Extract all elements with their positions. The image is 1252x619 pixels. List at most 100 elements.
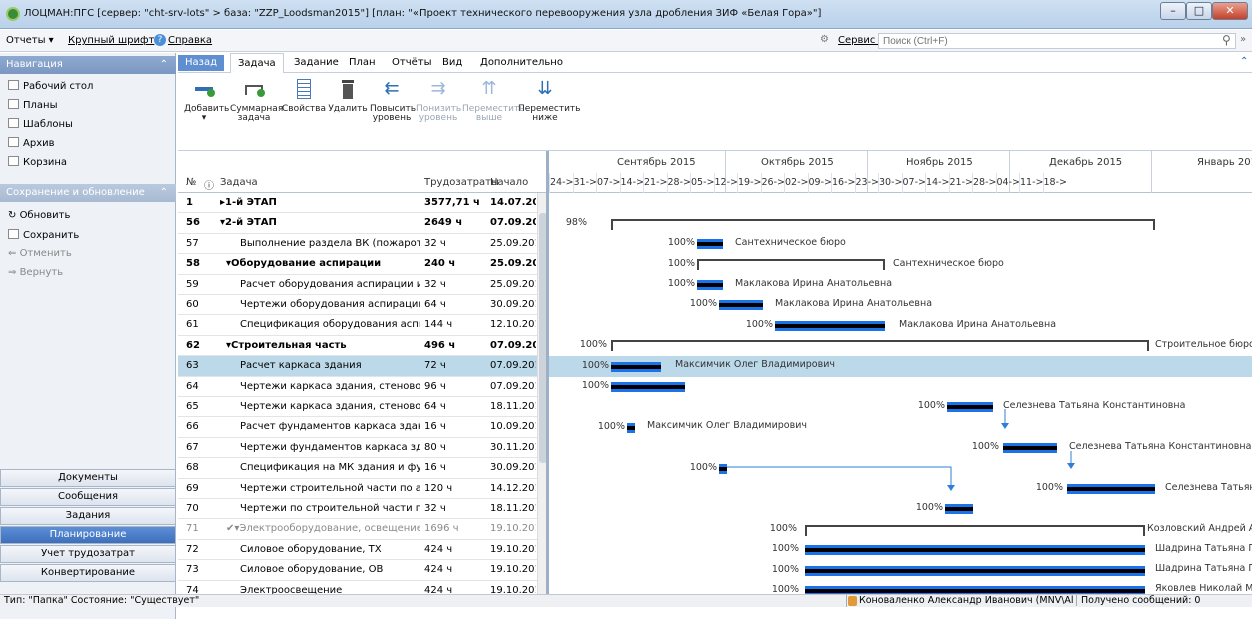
table-row[interactable]: 60 Чертежи оборудования аспирации 64 ч 30.0…: [178, 295, 538, 316]
add-task-button[interactable]: Добавить ▾: [184, 79, 229, 123]
tab-assignment[interactable]: Задание: [294, 57, 339, 68]
nav-item-plans[interactable]: Планы: [8, 99, 57, 111]
nav-header[interactable]: Навигация ⌃: [0, 56, 176, 74]
week-label: 07->: [902, 177, 926, 188]
menu-reports[interactable]: Отчеты ▾: [6, 35, 54, 46]
plans-icon: [8, 99, 19, 109]
table-row[interactable]: 72 Силовое оборудование, ТХ 424 ч 19.10.201: [178, 540, 538, 561]
properties-button[interactable]: Свойства: [282, 79, 326, 114]
table-row[interactable]: 64 Чертежи каркаса здания, стенового с 96 …: [178, 377, 538, 397]
nav-item-trash[interactable]: Корзина: [8, 156, 67, 168]
nav-item-undo[interactable]: ⇐ Отменить: [8, 248, 72, 259]
refresh-icon: ↻: [8, 210, 20, 221]
help-icon[interactable]: ?: [154, 34, 166, 46]
table-row[interactable]: 66 Расчет фундаментов каркаса здания 16 ч 1…: [178, 417, 538, 438]
ribbon-collapse-icon[interactable]: ⌃: [1240, 56, 1248, 67]
menu-large-font[interactable]: Крупный шрифт: [68, 35, 154, 46]
nav-messages-button[interactable]: Сообщения: [0, 488, 176, 506]
back-button[interactable]: Назад: [178, 55, 224, 71]
cell-name: Расчет фундаментов каркаса здания: [240, 421, 420, 433]
table-row[interactable]: 65 Чертежи каркаса здания, стенового с 64 …: [178, 397, 538, 418]
nav-documents-button[interactable]: Документы: [0, 469, 176, 487]
cell-name: Расчет оборудования аспирации и вь: [240, 278, 420, 290]
move-down-button[interactable]: ⇊ Переместить ниже: [518, 79, 580, 123]
nav-tasks-button[interactable]: Задания: [0, 507, 176, 525]
save-icon: [8, 229, 19, 239]
table-row[interactable]: 68 Спецификация на МК здания и фунда 16 ч 3…: [178, 458, 538, 479]
cell-start: 18.11.201: [490, 401, 536, 412]
table-row[interactable]: 71 ✔▾Электрооборудование, освещение 1696 ч…: [178, 519, 538, 540]
table-row[interactable]: 1 ▸1-й ЭТАП 3577,71 ч 14.07.201: [178, 193, 538, 214]
cell-name: ▾Оборудование аспирации: [226, 258, 382, 270]
summary-task-button[interactable]: Суммарная задача: [230, 79, 283, 123]
nav-convert-button[interactable]: Конвертирование: [0, 564, 176, 582]
week-separator: [713, 173, 715, 193]
column-header-task[interactable]: Задача: [220, 177, 258, 188]
grid-vertical-scrollbar[interactable]: [537, 193, 546, 594]
cell-work: 424 ч: [424, 564, 453, 576]
week-label: 09->: [808, 177, 832, 188]
nav-item-save[interactable]: Сохранить: [8, 229, 79, 241]
column-header-number[interactable]: №: [186, 177, 196, 188]
demote-level-button[interactable]: ⇉ Понизить уровень: [416, 79, 461, 123]
save-refresh-header[interactable]: Сохранение и обновление ⌃: [0, 184, 176, 202]
menu-help[interactable]: Справка: [168, 35, 212, 46]
nav-item-desktop[interactable]: Рабочий стол: [8, 80, 93, 92]
close-button[interactable]: ✕: [1212, 2, 1248, 20]
table-row[interactable]: 74 Электроосвещение 424 ч 19.10.201: [178, 581, 538, 594]
promote-icon: ⇇: [384, 78, 400, 99]
nav-item-templates[interactable]: Шаблоны: [8, 118, 73, 130]
table-row[interactable]: 57 Выполнение раздела ВК (пожаротушен 32 ч…: [178, 234, 538, 255]
maximize-button[interactable]: □: [1186, 2, 1212, 20]
table-row[interactable]: 73 Силовое оборудование, ОВ 424 ч 19.10.201: [178, 560, 538, 581]
week-separator: [831, 173, 832, 193]
tab-view[interactable]: Вид: [442, 57, 462, 68]
table-row[interactable]: 62 ▾Строительная часть 496 ч 07.09.201: [178, 336, 538, 357]
tab-task[interactable]: Задача: [230, 53, 284, 74]
delete-button[interactable]: Удалить: [328, 79, 368, 114]
nav-timesheet-button[interactable]: Учет трудозатрат: [0, 545, 176, 563]
week-separator: [854, 173, 856, 193]
grid-header: № ⓘ Задача Трудозатраты Начало: [178, 151, 546, 193]
cell-work: 80 ч: [424, 441, 446, 453]
nav-item-archive[interactable]: Архив: [8, 137, 55, 149]
column-header-start[interactable]: Начало: [490, 177, 528, 188]
week-label: 04->: [996, 177, 1020, 188]
table-row[interactable]: 56 ▾2-й ЭТАП 2649 ч 07.09.201: [178, 213, 538, 234]
status-object-info: Тип: "Папка" Состояние: "Существует": [4, 595, 200, 606]
service-icon: ⚙: [820, 34, 829, 45]
trash-icon: [8, 156, 19, 166]
week-separator: [1019, 173, 1020, 193]
table-row[interactable]: 70 Чертежи по строительной части по а 32 ч…: [178, 499, 538, 520]
cell-start: 19.10.201: [490, 564, 536, 576]
tab-reports[interactable]: Отчёты: [392, 57, 431, 68]
search-input[interactable]: [878, 33, 1236, 49]
week-label: 23->: [855, 177, 879, 188]
table-row[interactable]: 59 Расчет оборудования аспирации и вь 32 ч…: [178, 275, 538, 295]
search-icon[interactable]: ⚲: [1222, 33, 1231, 47]
nav-planning-button[interactable]: Планирование: [0, 526, 176, 544]
scrollbar-thumb[interactable]: [539, 213, 546, 463]
table-row[interactable]: 67 Чертежи фундаментов каркаса здани 80 ч 3…: [178, 438, 538, 459]
status-messages[interactable]: Получено сообщений: 0: [1076, 595, 1200, 606]
nav-item-redo[interactable]: ⇒ Вернуть: [8, 267, 63, 278]
table-row[interactable]: 61 Спецификация оборудования аспира 144 ч 1…: [178, 315, 538, 336]
nav-item-refresh[interactable]: ↻ Обновить: [8, 210, 70, 221]
table-row[interactable]: 58 ▾Оборудование аспирации 240 ч 25.09.201: [178, 254, 538, 275]
column-header-info[interactable]: ⓘ: [204, 177, 214, 192]
week-separator: [572, 173, 574, 193]
week-label: 31->: [573, 177, 597, 188]
promote-level-button[interactable]: ⇇ Повысить уровень: [370, 78, 416, 123]
cell-name: Чертежи фундаментов каркаса здани: [240, 441, 420, 453]
column-header-work[interactable]: Трудозатраты: [424, 177, 499, 188]
table-row[interactable]: 63 Расчет каркаса здания 72 ч 07.09.201: [178, 356, 538, 377]
table-row[interactable]: 69 Чертежи строительной части по аспи 120 …: [178, 479, 538, 499]
tab-additional[interactable]: Дополнительно: [480, 57, 563, 68]
status-bar: Тип: "Папка" Состояние: "Существует" Кон…: [0, 594, 1252, 607]
move-up-button[interactable]: ⇈ Переместить выше: [462, 79, 524, 123]
tab-plan[interactable]: План: [349, 57, 376, 68]
menu-service[interactable]: Сервис ▾: [838, 35, 884, 46]
chevron-down-icon[interactable]: »: [1240, 34, 1246, 45]
week-label: 28->: [973, 177, 997, 188]
minimize-button[interactable]: –: [1160, 2, 1186, 20]
